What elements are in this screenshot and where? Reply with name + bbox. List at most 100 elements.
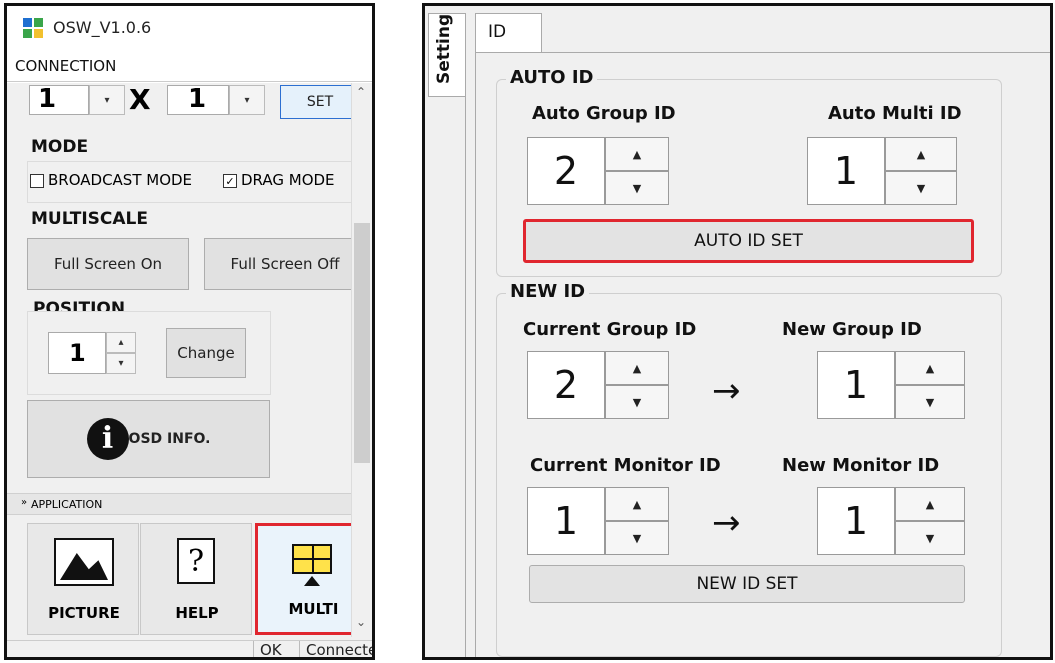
caret-down-icon: ▾ xyxy=(118,358,124,369)
stand-icon xyxy=(304,576,320,586)
position-input[interactable]: 1 xyxy=(48,332,106,374)
full-screen-off-button[interactable]: Full Screen Off xyxy=(204,238,366,290)
controls-scroll-area: 1 ▾ X 1 ▾ SET MODE BROADCAST MODE ✓ DRAG… xyxy=(7,83,372,640)
current-group-id-input[interactable]: 2 xyxy=(527,351,605,419)
grid-rows-dropdown[interactable]: ▾ xyxy=(229,85,265,115)
grid-set-button[interactable]: SET xyxy=(280,85,360,119)
current-monitor-id-down-button[interactable]: ▼ xyxy=(605,521,669,555)
broadcast-mode-checkbox[interactable] xyxy=(30,174,44,188)
setting-tab-label: Setting xyxy=(434,13,454,84)
auto-group-id-down-button[interactable]: ▼ xyxy=(605,171,669,205)
help-app-button[interactable]: ? HELP xyxy=(140,523,252,635)
id-tab-panel: AUTO ID Auto Group ID 2 ▲ ▼ Auto Multi I… xyxy=(475,52,1050,657)
picture-label: PICTURE xyxy=(48,604,120,622)
help-icon: ? xyxy=(177,538,215,584)
caret-up-icon: ▲ xyxy=(925,361,935,375)
grid-cols-dropdown[interactable]: ▾ xyxy=(89,85,125,115)
position-down-button[interactable]: ▾ xyxy=(106,353,136,374)
caret-up-icon: ▲ xyxy=(632,361,642,375)
new-group-id-down-button[interactable]: ▼ xyxy=(895,385,965,419)
broadcast-mode-label: BROADCAST MODE xyxy=(48,171,193,189)
new-monitor-id-up-button[interactable]: ▲ xyxy=(895,487,965,521)
tab-id-label: ID xyxy=(488,22,507,42)
new-id-set-button[interactable]: NEW ID SET xyxy=(529,565,965,603)
auto-multi-id-input[interactable]: 1 xyxy=(807,137,885,205)
menu-bar: CONNECTION xyxy=(7,52,372,82)
position-change-button[interactable]: Change xyxy=(166,328,246,378)
group-arrow-icon: → xyxy=(712,371,741,411)
chevron-down-icon: ▾ xyxy=(104,95,110,106)
auto-id-heading: AUTO ID xyxy=(506,67,598,88)
auto-group-id-input[interactable]: 2 xyxy=(527,137,605,205)
app-logo-icon xyxy=(23,18,43,38)
new-id-heading: NEW ID xyxy=(506,281,590,302)
scroll-up-arrow-icon[interactable]: ⌃ xyxy=(356,85,366,99)
new-group-id-label: New Group ID xyxy=(782,319,922,340)
info-icon: i xyxy=(86,418,129,460)
caret-up-icon: ▲ xyxy=(632,497,642,511)
current-monitor-id-label: Current Monitor ID xyxy=(530,455,721,476)
tab-id[interactable]: ID xyxy=(475,13,542,53)
caret-down-icon: ▼ xyxy=(632,181,642,195)
status-bar: OK Connected xyxy=(7,640,372,657)
status-connected: Connected xyxy=(299,641,372,657)
current-group-id-down-button[interactable]: ▼ xyxy=(605,385,669,419)
application-header[interactable]: » APPLICATION xyxy=(7,493,372,515)
new-group-id-up-button[interactable]: ▲ xyxy=(895,351,965,385)
menu-connection[interactable]: CONNECTION xyxy=(15,57,116,75)
current-monitor-id-input[interactable]: 1 xyxy=(527,487,605,555)
auto-multi-id-label: Auto Multi ID xyxy=(828,103,962,124)
caret-down-icon: ▼ xyxy=(925,531,935,545)
application-label: APPLICATION xyxy=(31,498,103,511)
grid-cols-input[interactable]: 1 xyxy=(29,85,89,115)
new-monitor-id-label: New Monitor ID xyxy=(782,455,940,476)
mode-group: BROADCAST MODE ✓ DRAG MODE xyxy=(27,161,372,203)
new-monitor-id-input[interactable]: 1 xyxy=(817,487,895,555)
picture-icon xyxy=(54,538,114,586)
auto-multi-id-down-button[interactable]: ▼ xyxy=(885,171,957,205)
osd-info-button[interactable]: i OSD INFO. xyxy=(27,400,270,478)
auto-id-set-button[interactable]: AUTO ID SET xyxy=(523,219,974,263)
window-title: OSW_V1.0.6 xyxy=(53,18,152,37)
caret-down-icon: ▼ xyxy=(632,395,642,409)
auto-group-id-label: Auto Group ID xyxy=(532,103,676,124)
new-monitor-id-down-button[interactable]: ▼ xyxy=(895,521,965,555)
caret-down-icon: ▼ xyxy=(925,395,935,409)
multi-display-icon xyxy=(292,544,332,574)
full-screen-on-button[interactable]: Full Screen On xyxy=(27,238,189,290)
caret-up-icon: ▲ xyxy=(916,147,926,161)
caret-down-icon: ▼ xyxy=(916,181,926,195)
drag-mode-checkbox[interactable]: ✓ xyxy=(223,174,237,188)
status-ok: OK xyxy=(253,641,293,657)
new-group-id-input[interactable]: 1 xyxy=(817,351,895,419)
title-bar: OSW_V1.0.6 xyxy=(7,6,372,52)
current-monitor-id-up-button[interactable]: ▲ xyxy=(605,487,669,521)
current-group-id-label: Current Group ID xyxy=(523,319,697,340)
auto-group-id-up-button[interactable]: ▲ xyxy=(605,137,669,171)
picture-app-button[interactable]: PICTURE xyxy=(27,523,139,635)
vertical-scrollbar[interactable]: ⌃ ⌄ xyxy=(351,83,372,637)
tab-divider xyxy=(465,13,466,657)
setting-side-tab[interactable]: Setting xyxy=(428,13,466,97)
caret-up-icon: ▲ xyxy=(632,147,642,161)
position-up-button[interactable]: ▴ xyxy=(106,332,136,353)
grid-rows-input[interactable]: 1 xyxy=(167,85,229,115)
mode-heading: MODE xyxy=(31,137,89,157)
id-settings-window: Setting ID AUTO ID Auto Group ID 2 ▲ ▼ A… xyxy=(422,3,1053,660)
help-label: HELP xyxy=(175,604,219,622)
auto-multi-id-up-button[interactable]: ▲ xyxy=(885,137,957,171)
caret-up-icon: ▴ xyxy=(118,337,124,348)
osw-main-window: OSW_V1.0.6 CONNECTION 1 ▾ X 1 ▾ SET MODE… xyxy=(4,3,375,660)
caret-down-icon: ▼ xyxy=(632,531,642,545)
drag-mode-label: DRAG MODE xyxy=(241,171,335,189)
osd-info-label: OSD INFO. xyxy=(128,431,211,447)
grid-times-label: X xyxy=(129,83,151,116)
monitor-arrow-icon: → xyxy=(712,503,741,543)
current-group-id-up-button[interactable]: ▲ xyxy=(605,351,669,385)
chevron-down-icon: ▾ xyxy=(244,95,250,106)
scroll-down-arrow-icon[interactable]: ⌄ xyxy=(356,615,366,629)
scrollbar-thumb[interactable] xyxy=(354,223,370,463)
multiscale-heading: MULTISCALE xyxy=(31,209,148,229)
double-chevron-down-icon: » xyxy=(21,497,28,508)
position-group: 1 ▴ ▾ Change xyxy=(27,311,271,395)
